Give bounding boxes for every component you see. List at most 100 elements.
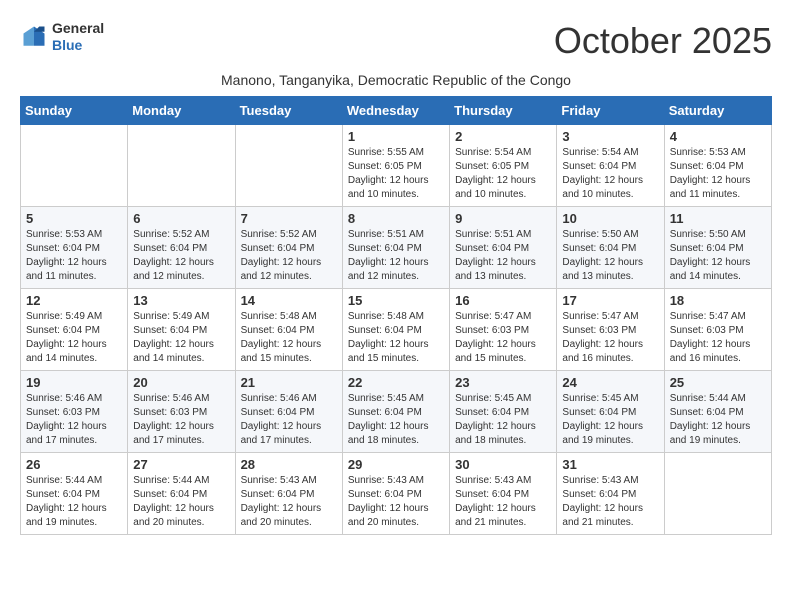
calendar-cell: 11Sunrise: 5:50 AM Sunset: 6:04 PM Dayli… xyxy=(664,207,771,289)
day-number: 1 xyxy=(348,129,444,144)
calendar-cell: 25Sunrise: 5:44 AM Sunset: 6:04 PM Dayli… xyxy=(664,371,771,453)
calendar-cell: 22 Sunrise: 5:45 AM Sunset: 6:04 PM Dayli… xyxy=(342,371,449,453)
calendar-cell: 28 Sunrise: 5:43 AM Sunset: 6:04 PM Dayli… xyxy=(235,453,342,535)
day-info: Sunrise: 5:51 AM Sunset: 6:04 PM Dayligh… xyxy=(348,228,444,284)
day-number: 10 xyxy=(562,211,658,226)
day-number: 4 xyxy=(670,129,766,144)
day-info: Sunrise: 5:46 AM Sunset: 6:04 PM Dayligh… xyxy=(241,392,337,448)
day-info: Sunrise: 5:47 AM Sunset: 6:03 PM Dayligh… xyxy=(562,310,658,366)
day-number: 18 xyxy=(670,293,766,308)
day-info: Sunrise: 5:51 AM Sunset: 6:04 PM Dayligh… xyxy=(455,228,551,284)
logo: General Blue xyxy=(20,20,104,54)
day-number: 26 xyxy=(26,457,122,472)
title-section: October 2025 xyxy=(554,20,772,62)
day-number: 28 xyxy=(241,457,337,472)
calendar-cell: 5 Sunrise: 5:53 AM Sunset: 6:04 PM Daylig… xyxy=(21,207,128,289)
col-header-monday: Monday xyxy=(128,97,235,125)
day-number: 17 xyxy=(562,293,658,308)
day-number: 22 xyxy=(348,375,444,390)
col-header-saturday: Saturday xyxy=(664,97,771,125)
day-info: Sunrise: 5:44 AM Sunset: 6:04 PM Dayligh… xyxy=(133,474,229,530)
calendar-cell: 30 Sunrise: 5:43 AM Sunset: 6:04 PM Dayli… xyxy=(450,453,557,535)
day-number: 31 xyxy=(562,457,658,472)
calendar-table: SundayMondayTuesdayWednesdayThursdayFrid… xyxy=(20,96,772,535)
calendar-cell: 1Sunrise: 5:55 AM Sunset: 6:05 PM Daylig… xyxy=(342,125,449,207)
day-info: Sunrise: 5:53 AM Sunset: 6:04 PM Dayligh… xyxy=(26,228,122,284)
col-header-friday: Friday xyxy=(557,97,664,125)
day-info: Sunrise: 5:48 AM Sunset: 6:04 PM Dayligh… xyxy=(241,310,337,366)
day-info: Sunrise: 5:43 AM Sunset: 6:04 PM Dayligh… xyxy=(348,474,444,530)
day-info: Sunrise: 5:50 AM Sunset: 6:04 PM Dayligh… xyxy=(562,228,658,284)
calendar-cell: 7Sunrise: 5:52 AM Sunset: 6:04 PM Daylig… xyxy=(235,207,342,289)
calendar-cell: 16Sunrise: 5:47 AM Sunset: 6:03 PM Dayli… xyxy=(450,289,557,371)
day-number: 5 xyxy=(26,211,122,226)
day-number: 25 xyxy=(670,375,766,390)
day-number: 13 xyxy=(133,293,229,308)
calendar-cell: 20 Sunrise: 5:46 AM Sunset: 6:03 PM Dayli… xyxy=(128,371,235,453)
calendar-cell: 21Sunrise: 5:46 AM Sunset: 6:04 PM Dayli… xyxy=(235,371,342,453)
day-number: 6 xyxy=(133,211,229,226)
page-header: General Blue October 2025 xyxy=(20,20,772,62)
day-info: Sunrise: 5:43 AM Sunset: 6:04 PM Dayligh… xyxy=(241,474,337,530)
day-info: Sunrise: 5:49 AM Sunset: 6:04 PM Dayligh… xyxy=(26,310,122,366)
calendar-cell: 9 Sunrise: 5:51 AM Sunset: 6:04 PM Daylig… xyxy=(450,207,557,289)
calendar-cell: 23Sunrise: 5:45 AM Sunset: 6:04 PM Dayli… xyxy=(450,371,557,453)
col-header-wednesday: Wednesday xyxy=(342,97,449,125)
day-number: 15 xyxy=(348,293,444,308)
day-number: 24 xyxy=(562,375,658,390)
day-info: Sunrise: 5:44 AM Sunset: 6:04 PM Dayligh… xyxy=(26,474,122,530)
calendar-cell: 2 Sunrise: 5:54 AM Sunset: 6:05 PM Daylig… xyxy=(450,125,557,207)
day-number: 2 xyxy=(455,129,551,144)
calendar-week-5: 26 Sunrise: 5:44 AM Sunset: 6:04 PM Dayli… xyxy=(21,453,772,535)
calendar-cell xyxy=(235,125,342,207)
day-number: 9 xyxy=(455,211,551,226)
col-header-thursday: Thursday xyxy=(450,97,557,125)
day-number: 30 xyxy=(455,457,551,472)
calendar-cell: 14 Sunrise: 5:48 AM Sunset: 6:04 PM Dayli… xyxy=(235,289,342,371)
col-header-tuesday: Tuesday xyxy=(235,97,342,125)
logo-icon xyxy=(20,23,48,51)
day-info: Sunrise: 5:54 AM Sunset: 6:05 PM Dayligh… xyxy=(455,146,551,202)
calendar-cell: 27 Sunrise: 5:44 AM Sunset: 6:04 PM Dayli… xyxy=(128,453,235,535)
calendar-cell xyxy=(128,125,235,207)
day-info: Sunrise: 5:52 AM Sunset: 6:04 PM Dayligh… xyxy=(133,228,229,284)
calendar-cell: 18 Sunrise: 5:47 AM Sunset: 6:03 PM Dayli… xyxy=(664,289,771,371)
calendar-cell: 8Sunrise: 5:51 AM Sunset: 6:04 PM Daylig… xyxy=(342,207,449,289)
day-info: Sunrise: 5:53 AM Sunset: 6:04 PM Dayligh… xyxy=(670,146,766,202)
day-info: Sunrise: 5:50 AM Sunset: 6:04 PM Dayligh… xyxy=(670,228,766,284)
day-info: Sunrise: 5:43 AM Sunset: 6:04 PM Dayligh… xyxy=(562,474,658,530)
calendar-cell: 13Sunrise: 5:49 AM Sunset: 6:04 PM Dayli… xyxy=(128,289,235,371)
calendar-cell: 29Sunrise: 5:43 AM Sunset: 6:04 PM Dayli… xyxy=(342,453,449,535)
calendar-cell xyxy=(21,125,128,207)
logo-line1: General xyxy=(52,20,104,37)
calendar-cell: 3Sunrise: 5:54 AM Sunset: 6:04 PM Daylig… xyxy=(557,125,664,207)
day-info: Sunrise: 5:47 AM Sunset: 6:03 PM Dayligh… xyxy=(670,310,766,366)
calendar-week-2: 5 Sunrise: 5:53 AM Sunset: 6:04 PM Daylig… xyxy=(21,207,772,289)
day-info: Sunrise: 5:54 AM Sunset: 6:04 PM Dayligh… xyxy=(562,146,658,202)
day-info: Sunrise: 5:48 AM Sunset: 6:04 PM Dayligh… xyxy=(348,310,444,366)
day-number: 12 xyxy=(26,293,122,308)
calendar-week-3: 12 Sunrise: 5:49 AM Sunset: 6:04 PM Dayli… xyxy=(21,289,772,371)
logo-line2: Blue xyxy=(52,37,104,54)
day-info: Sunrise: 5:46 AM Sunset: 6:03 PM Dayligh… xyxy=(133,392,229,448)
day-info: Sunrise: 5:45 AM Sunset: 6:04 PM Dayligh… xyxy=(348,392,444,448)
day-number: 20 xyxy=(133,375,229,390)
month-title: October 2025 xyxy=(554,20,772,62)
calendar-cell: 24Sunrise: 5:45 AM Sunset: 6:04 PM Dayli… xyxy=(557,371,664,453)
calendar-cell: 31 Sunrise: 5:43 AM Sunset: 6:04 PM Dayli… xyxy=(557,453,664,535)
day-info: Sunrise: 5:52 AM Sunset: 6:04 PM Dayligh… xyxy=(241,228,337,284)
calendar-cell: 15 Sunrise: 5:48 AM Sunset: 6:04 PM Dayli… xyxy=(342,289,449,371)
calendar-cell: 19Sunrise: 5:46 AM Sunset: 6:03 PM Dayli… xyxy=(21,371,128,453)
calendar-cell: 12 Sunrise: 5:49 AM Sunset: 6:04 PM Dayli… xyxy=(21,289,128,371)
day-info: Sunrise: 5:43 AM Sunset: 6:04 PM Dayligh… xyxy=(455,474,551,530)
day-number: 19 xyxy=(26,375,122,390)
day-number: 16 xyxy=(455,293,551,308)
col-header-sunday: Sunday xyxy=(21,97,128,125)
calendar-week-4: 19 Sunrise: 5:46 AM Sunset: 6:03 PM Dayli… xyxy=(21,371,772,453)
calendar-cell xyxy=(664,453,771,535)
calendar-cell: 17 Sunrise: 5:47 AM Sunset: 6:03 PM Dayli… xyxy=(557,289,664,371)
day-number: 14 xyxy=(241,293,337,308)
calendar-week-1: 1Sunrise: 5:55 AM Sunset: 6:05 PM Daylig… xyxy=(21,125,772,207)
day-number: 23 xyxy=(455,375,551,390)
day-number: 27 xyxy=(133,457,229,472)
